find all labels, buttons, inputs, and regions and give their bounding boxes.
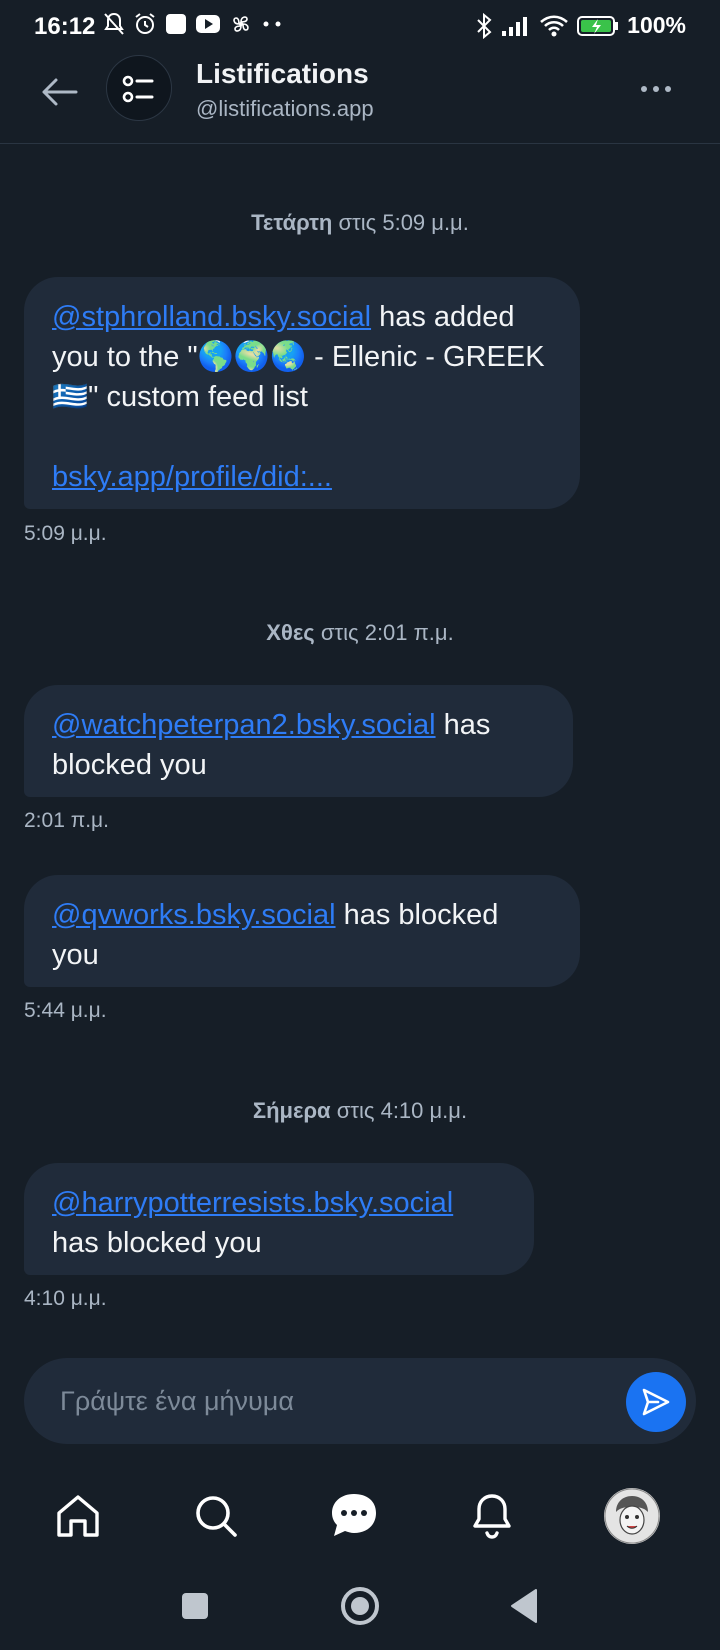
profile-link[interactable]: bsky.app/profile/did:... xyxy=(52,461,332,493)
day-separator: Χθες στις 2:01 π.μ. xyxy=(0,620,720,646)
day-separator: Τετάρτη στις 5:09 μ.μ. xyxy=(0,210,720,236)
list-icon xyxy=(122,75,154,103)
status-notification-icons xyxy=(103,12,283,36)
mute-bell-icon xyxy=(104,12,124,35)
battery-percent: 100% xyxy=(627,12,686,38)
app-square-icon xyxy=(166,14,186,34)
day-label: Χθες xyxy=(266,620,315,645)
message-composer xyxy=(24,1358,696,1444)
status-bar: 16:12 100% xyxy=(0,0,720,52)
more-notifications-icon xyxy=(263,21,281,27)
youtube-icon xyxy=(196,15,220,33)
recent-apps-button[interactable] xyxy=(173,1584,217,1628)
home-button[interactable] xyxy=(338,1584,382,1628)
chat-header: Listifications @listifications.app xyxy=(0,52,720,144)
more-options-button[interactable] xyxy=(636,82,676,96)
day-time: στις 4:10 μ.μ. xyxy=(330,1098,468,1123)
more-horizontal-icon xyxy=(641,86,671,92)
arrow-left-icon xyxy=(42,78,78,106)
chat-icon xyxy=(332,1494,376,1536)
triangle-back-icon xyxy=(511,1589,537,1623)
message-timestamp: 4:10 μ.μ. xyxy=(24,1287,107,1310)
tab-chat[interactable] xyxy=(326,1488,382,1544)
conversation-title: Listifications xyxy=(196,58,369,89)
message-timestamp: 5:09 μ.μ. xyxy=(24,522,107,545)
day-time: στις 2:01 π.μ. xyxy=(314,620,454,645)
send-button[interactable] xyxy=(626,1372,686,1432)
square-icon xyxy=(182,1593,208,1619)
status-time: 16:12 xyxy=(34,13,96,40)
home-icon xyxy=(57,1495,99,1537)
system-navigation-bar xyxy=(0,1566,720,1650)
conversation-avatar[interactable] xyxy=(106,55,172,121)
alarm-icon xyxy=(135,13,155,34)
message-text: has blocked you xyxy=(52,1227,262,1259)
back-button[interactable] xyxy=(38,70,82,114)
signal-icon xyxy=(502,16,528,36)
bluetooth-icon xyxy=(477,12,492,39)
message-timestamp: 5:44 μ.μ. xyxy=(24,999,107,1022)
tab-home[interactable] xyxy=(50,1488,106,1544)
day-separator: Σήμερα στις 4:10 μ.μ. xyxy=(0,1098,720,1124)
user-mention-link[interactable]: @qvworks.bsky.social xyxy=(52,899,336,931)
message-timestamp: 2:01 π.μ. xyxy=(24,809,109,832)
bell-icon xyxy=(473,1494,511,1539)
day-label: Σήμερα xyxy=(252,1098,331,1123)
user-mention-link[interactable]: @harrypotterresists.bsky.social xyxy=(52,1187,453,1219)
circle-home-icon xyxy=(341,1587,379,1625)
status-system-icons: 100% xyxy=(475,12,686,39)
user-mention-link[interactable]: @watchpeterpan2.bsky.social xyxy=(52,709,436,741)
tab-notifications[interactable] xyxy=(464,1488,520,1544)
message-input[interactable] xyxy=(60,1376,600,1426)
conversation-title-block[interactable]: Listifications @listifications.app xyxy=(196,58,374,122)
wifi-icon xyxy=(540,14,569,36)
message-bubble: @harrypotterresists.bsky.social has bloc… xyxy=(24,1163,534,1275)
conversation-handle: @listifications.app xyxy=(196,96,374,121)
tab-search[interactable] xyxy=(188,1488,244,1544)
bottom-tab-bar xyxy=(0,1476,720,1556)
search-icon xyxy=(196,1496,237,1537)
battery-charging-icon xyxy=(577,15,619,36)
message-bubble: @qvworks.bsky.social has blocked you xyxy=(24,875,580,987)
day-time: στις 5:09 μ.μ. xyxy=(332,210,469,235)
tab-profile[interactable] xyxy=(604,1488,660,1544)
send-icon xyxy=(642,1388,670,1416)
user-mention-link[interactable]: @stphrolland.bsky.social xyxy=(52,301,371,333)
fan-icon xyxy=(233,16,249,32)
message-bubble: @watchpeterpan2.bsky.social has blocked … xyxy=(24,685,573,797)
back-nav-button[interactable] xyxy=(502,1584,546,1628)
day-label: Τετάρτη xyxy=(251,210,333,235)
profile-avatar xyxy=(604,1488,660,1544)
message-bubble: @stphrolland.bsky.social has added you t… xyxy=(24,277,580,509)
